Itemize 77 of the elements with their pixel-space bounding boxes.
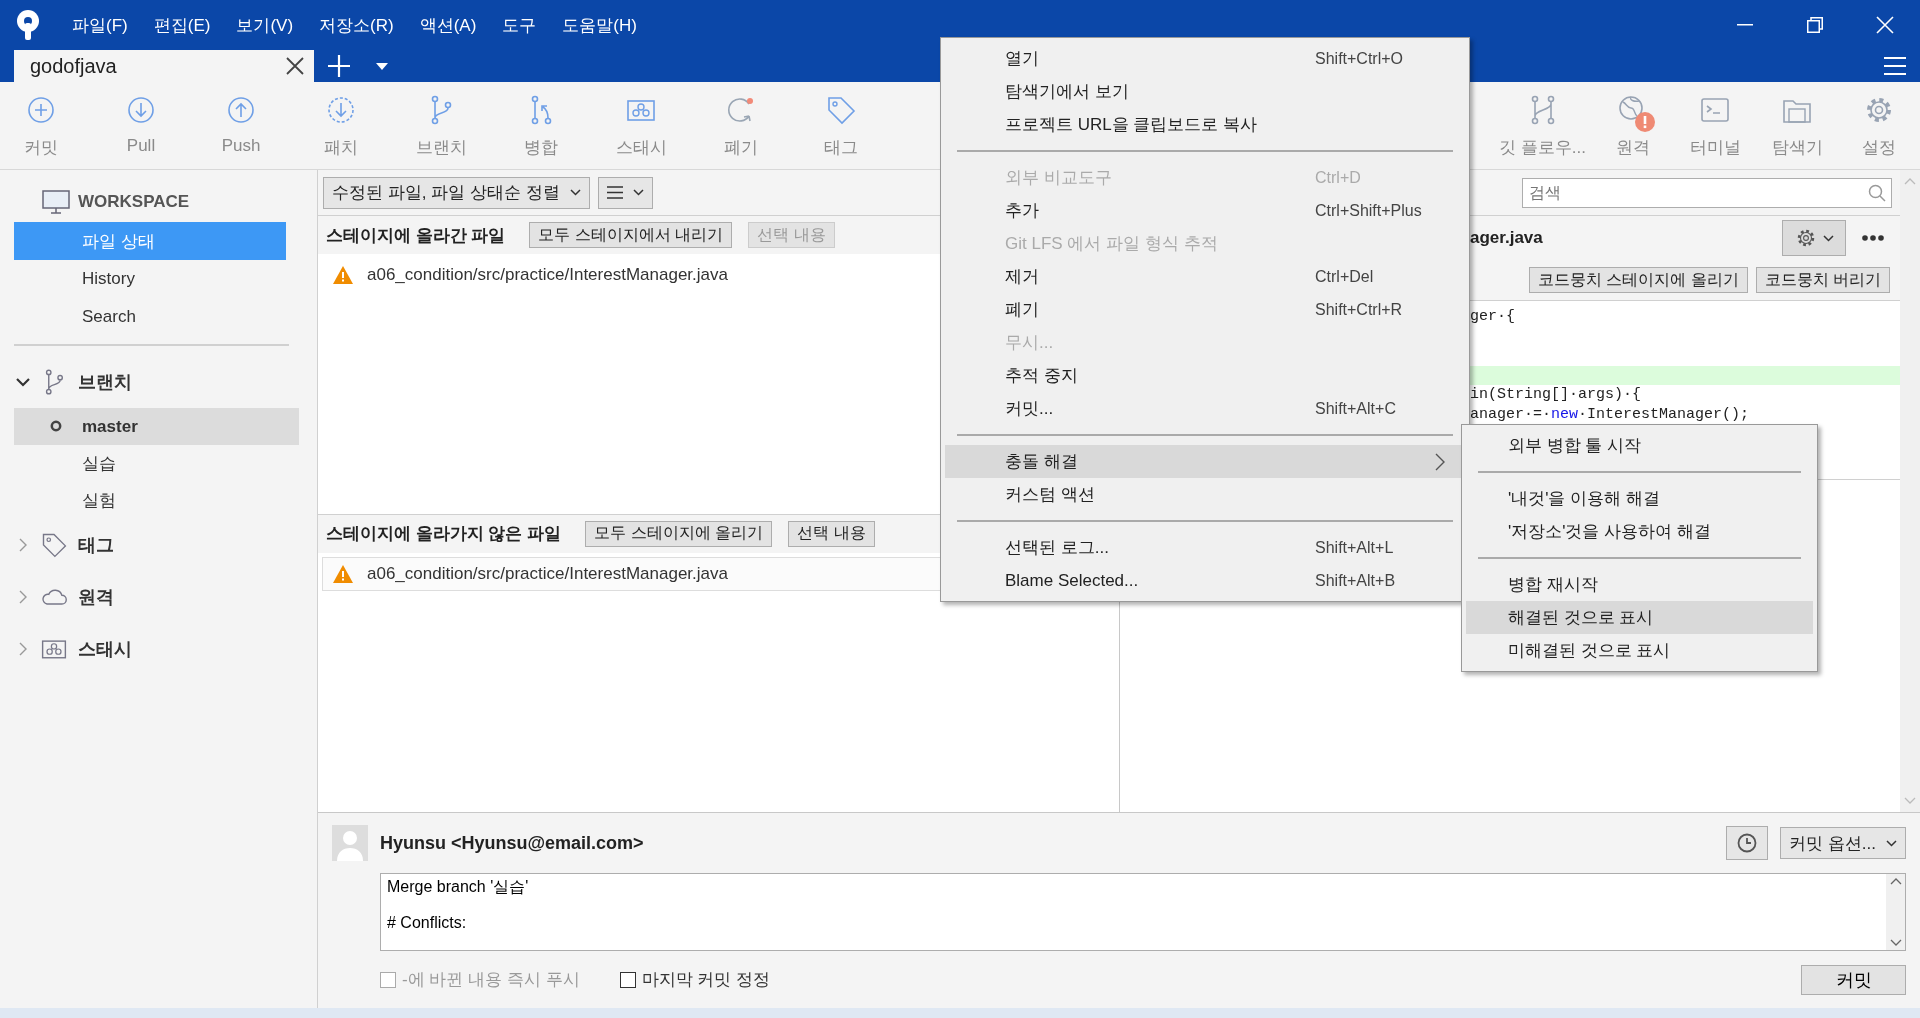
sidebar-section-title[interactable]: 원격 [78,585,114,609]
menu-bar-item[interactable]: 저장소(R) [319,13,394,37]
tag-icon [825,94,857,126]
close-icon[interactable] [286,57,304,75]
more-icon[interactable] [1862,235,1884,241]
menu-item[interactable]: 커스텀 액션 [945,478,1465,511]
sidebar-item[interactable]: History [14,260,286,298]
chevron-down-icon[interactable] [16,375,30,389]
search-icon [1868,183,1886,202]
section-title: 스테이지에 올라간 파일 [326,224,506,247]
menu-item[interactable]: 프로젝트 URL을 클립보드로 복사 [945,108,1465,141]
commit-options-dropdown[interactable]: 커밋 옵션... [1780,827,1906,859]
menu-item[interactable]: 미해결된 것으로 표시 [1466,634,1813,667]
view-dropdown[interactable] [597,176,653,209]
sidebar-item[interactable]: Search [14,298,286,336]
menu-item[interactable]: 추적 중지 [945,359,1465,392]
up-arrow-circle-icon [225,94,257,126]
restore-icon [1807,17,1823,33]
menu-bar-item[interactable]: 도움말(H) [562,13,637,37]
close-icon [1876,16,1894,34]
commit-author: Hyunsu <Hyunsu@email.com> [380,832,645,854]
menu-item[interactable]: 폐기 Shift+Ctrl+R [945,293,1465,326]
caret-down-icon[interactable] [376,62,388,70]
commit-button[interactable]: 커밋 [1801,964,1906,995]
menu-bar-item[interactable]: 보기(V) [236,13,294,37]
checkbox-label[interactable]: 마지막 커밋 정정 [641,968,770,992]
branch-item[interactable]: 실험 [14,482,299,519]
code-line: in(String[]·args)·{ [1470,385,1643,405]
checkbox[interactable] [619,971,636,988]
caret-down-icon [569,189,581,196]
section-title: 스테이지에 올라가지 않은 파일 [326,523,562,545]
sidebar-section-title[interactable]: 브랜치 [78,370,132,394]
menu-bar-item[interactable]: 도구 [502,13,537,37]
hunk-button[interactable]: 코드뭉치 스테이지에 올리기 [1528,267,1748,293]
menu-icon[interactable] [1884,57,1906,75]
stage-button[interactable]: 모두 스테이지에 올리기 [585,520,773,547]
menu-item[interactable]: 커밋... Shift+Alt+C [945,392,1465,425]
list-icon [606,186,623,199]
add-tab-icon[interactable] [328,55,350,77]
code-line: anager·=·new·InterestManager(); [1470,404,1751,424]
branch-item[interactable]: master [14,408,299,445]
workspace-title: WORKSPACE [78,192,190,212]
search-field[interactable]: 검색 [1522,177,1892,208]
sort-dropdown[interactable]: 수정된 파일, 파일 상태순 정렬 [323,176,590,209]
history-button[interactable] [1726,826,1769,860]
hunk-button[interactable]: 코드뭉치 버리기 [1755,267,1890,293]
menu-item[interactable]: 추가 Ctrl+Shift+Plus [945,194,1465,227]
repo-tab[interactable]: godofjava [14,50,314,82]
diff-filename: ager.java [1470,228,1544,248]
menu-item[interactable]: 열기 Shift+Ctrl+O [945,42,1465,75]
caret-down-icon [1886,839,1897,847]
code-line: ger·{ [1470,307,1516,327]
menu-item[interactable]: 외부 병합 툴 시작 [1466,429,1813,462]
sidebar-section-title[interactable]: 태그 [78,533,114,557]
menu-item[interactable]: '내것'을 이용해 해결 [1466,482,1813,515]
minimize-icon [1737,24,1753,26]
menu-item[interactable]: '저장소'것을 사용하여 해결 [1466,515,1813,548]
clock-icon [1737,833,1758,853]
caret-down-icon [632,189,644,196]
menu-item[interactable]: 병합 재시작 [1466,568,1813,601]
menu-item[interactable]: 제거 Ctrl+Del [945,260,1465,293]
monitor-icon [42,190,70,214]
branch-item[interactable]: 실습 [14,445,299,482]
stage-button[interactable]: 선택 내용 [788,520,875,547]
caret-down-icon [1822,234,1834,242]
app-logo [14,9,42,41]
settings-dropdown[interactable] [1782,220,1846,256]
stage-button[interactable]: 모두 스테이지에서 내리기 [529,222,733,248]
tag-icon [40,531,68,559]
menu-bar-item[interactable]: 파일(F) [72,13,128,37]
menu-item[interactable]: 해결된 것으로 표시 [1466,601,1813,634]
down-arrow-circle-icon [125,94,157,126]
sidebar-section-title[interactable]: 스태시 [78,637,132,661]
plus-circle-icon [25,94,57,126]
menu-bar-item[interactable]: 편집(E) [153,13,211,37]
menu-item[interactable]: 탐색기에서 보기 [945,75,1465,108]
menu-bar-item[interactable]: 액션(A) [419,13,477,37]
